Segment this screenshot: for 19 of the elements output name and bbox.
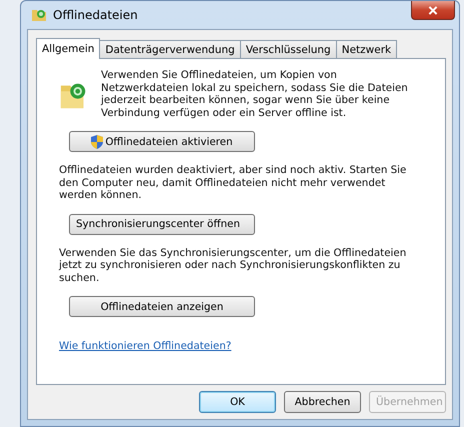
action-button[interactable]: Offlinedateien anzeigen	[69, 296, 255, 317]
close-button[interactable]	[411, 1, 455, 20]
help-link[interactable]: Wie funktionieren Offlinedateien?	[59, 340, 232, 352]
tab[interactable]: Verschlüsselung	[240, 40, 337, 58]
dialog-button[interactable]: OK	[199, 391, 276, 413]
description-text: Offlinedateien wurden deaktiviert, aber sind noch aktiv. Starten Sie den Computer neu, damit Offlinedateien nicht mehr verwendet werden können.	[59, 164, 408, 202]
close-icon	[428, 6, 438, 14]
dialog-button[interactable]: Abbrechen	[284, 391, 361, 413]
description-text: Verwenden Sie Offlinedateien, um Kopien von Netzwerkdateien lokal zu speichern, sodass Sie die Dateien jederzeit bearbeiten können, sogar wenn Sie über keine Verbindung verfügen oder ein Server offline ist.	[101, 69, 409, 119]
description-text: Verwenden Sie das Synchronisierungscenter, um die Offlinedateien jetzt zu synchronisieren oder nach Synchronisierungskonflikten zu suchen.	[59, 246, 408, 284]
action-button[interactable]: Offlinedateien aktivieren	[69, 131, 255, 152]
tab[interactable]: Netzwerk	[336, 40, 398, 58]
window-title: Offlinedateien	[53, 8, 139, 22]
dialog-button: Übernehmen	[369, 391, 446, 413]
tab[interactable]: Allgemein	[36, 38, 100, 59]
tab[interactable]: Datenträgerverwendung	[99, 40, 241, 58]
shield-icon	[91, 134, 104, 148]
folder-sync-icon	[31, 7, 47, 23]
action-button[interactable]: Synchronisierungscenter öffnen	[69, 214, 255, 234]
